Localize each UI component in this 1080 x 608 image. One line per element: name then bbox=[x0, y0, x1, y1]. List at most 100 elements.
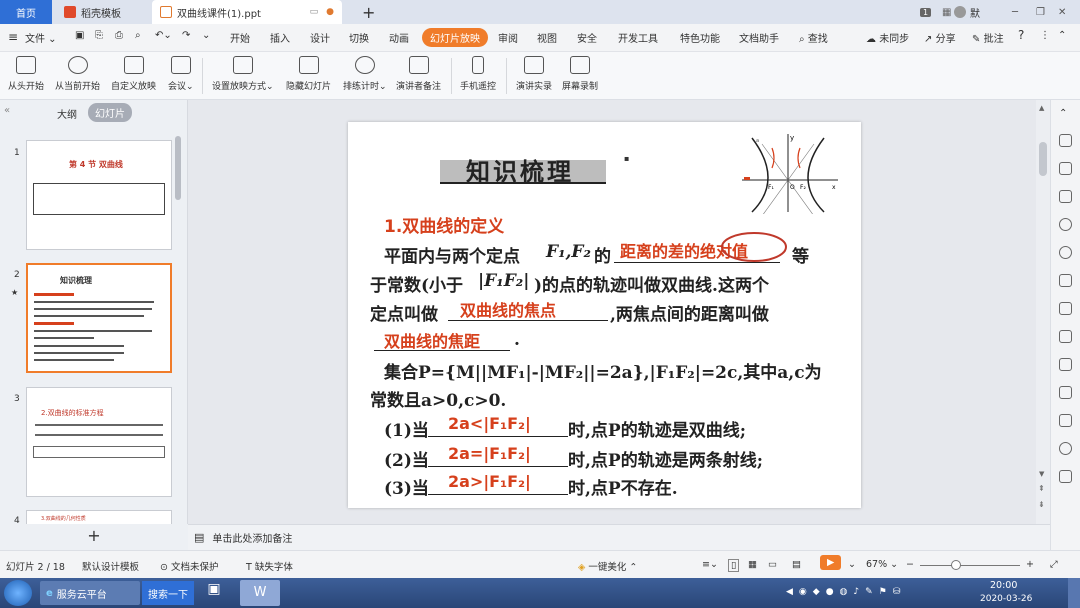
zoom-slider-thumb[interactable] bbox=[951, 560, 961, 570]
slide-thumb-1[interactable]: 第 4 节 双曲线 bbox=[26, 140, 172, 250]
reading-view-icon[interactable]: ▭ bbox=[768, 559, 777, 570]
slide-thumb-4[interactable]: 3.双曲线的几何性质 bbox=[26, 510, 172, 524]
hamburger-icon[interactable]: ≡ bbox=[8, 30, 18, 44]
current-slide[interactable]: 知识梳理 ▪ y F₁ O F₂ x a 1.双曲线的定义 平面内与两个定点 F… bbox=[348, 122, 861, 508]
comment-button[interactable]: ✎ 批注 bbox=[972, 30, 1004, 45]
menu-developer[interactable]: 开发工具 bbox=[618, 30, 658, 45]
sort-icon[interactable] bbox=[1059, 330, 1072, 343]
meeting-button[interactable]: 会议⌄ bbox=[168, 56, 194, 92]
scroll-thumb[interactable] bbox=[1039, 142, 1047, 176]
start-button-icon[interactable] bbox=[4, 580, 32, 606]
custom-show-button[interactable]: 自定义放映 bbox=[111, 56, 156, 92]
collapse-panel-icon[interactable]: « bbox=[4, 105, 10, 116]
export-pdf-icon[interactable]: ⎘ bbox=[95, 30, 103, 41]
more-icon[interactable]: ⌄ bbox=[202, 30, 210, 41]
menu-animation[interactable]: 动画 bbox=[389, 30, 409, 45]
redo-icon[interactable]: ↷ bbox=[182, 30, 190, 41]
beautify-button[interactable]: ◈ 一键美化 ⌃ bbox=[578, 559, 637, 573]
notes-toggle-icon[interactable]: ≡⌄ bbox=[702, 559, 718, 570]
restore-icon[interactable]: ❐ bbox=[1036, 0, 1045, 24]
outline-view-icon[interactable]: ▤ bbox=[792, 559, 801, 570]
user-avatar[interactable]: 默 bbox=[954, 0, 980, 24]
menu-slideshow[interactable]: 幻灯片放映 bbox=[422, 28, 488, 47]
play-from-start-button[interactable]: 从头开始 bbox=[8, 56, 44, 92]
protection-status[interactable]: ⊙ 文档未保护 bbox=[160, 559, 219, 573]
menu-design[interactable]: 设计 bbox=[310, 30, 330, 45]
menu-search[interactable]: ⌕ 查找 bbox=[799, 30, 828, 45]
system-tray-icons[interactable]: ◀◉◆●◍♪✎⚑⛁ bbox=[786, 587, 906, 597]
setup-show-button[interactable]: 设置放映方式⌄ bbox=[212, 56, 274, 92]
more-options-icon[interactable]: ⋮ bbox=[1040, 30, 1050, 41]
print-preview-icon[interactable]: ⌕ bbox=[135, 30, 141, 41]
play-slideshow-button[interactable]: ▶ bbox=[820, 555, 842, 570]
scroll-down-icon[interactable]: ▼ bbox=[1039, 470, 1044, 478]
menu-view[interactable]: 视图 bbox=[537, 30, 557, 45]
presenter-notes-button[interactable]: 演讲者备注 bbox=[396, 56, 441, 92]
tab-template[interactable]: 稻壳模板 bbox=[56, 0, 148, 24]
hide-slide-button[interactable]: 隐藏幻灯片 bbox=[286, 56, 331, 92]
notes-area[interactable]: ▤ 单击此处添加备注 bbox=[188, 524, 1050, 550]
menu-security[interactable]: 安全 bbox=[577, 30, 597, 45]
template-name[interactable]: 默认设计模板 bbox=[82, 559, 139, 573]
prev-slide-icon[interactable]: ⇞ bbox=[1038, 484, 1045, 493]
slide-settings-icon[interactable] bbox=[1059, 470, 1072, 483]
menu-review[interactable]: 审阅 bbox=[498, 30, 518, 45]
taskbar-app-service[interactable]: e 服务云平台 bbox=[40, 581, 140, 605]
share-button[interactable]: ↗ 分享 bbox=[924, 30, 956, 45]
show-desktop-button[interactable] bbox=[1068, 578, 1080, 608]
tab-outline[interactable]: 大纲 bbox=[57, 106, 77, 121]
rehearse-timing-button[interactable]: 排练计时⌄ bbox=[343, 56, 387, 92]
collapse-ribbon-icon[interactable]: ⌃ bbox=[1058, 30, 1066, 41]
camera-app-icon[interactable]: ▣ bbox=[200, 581, 228, 605]
sync-status[interactable]: ☁ 未同步 bbox=[866, 30, 909, 45]
minimize-icon[interactable]: ─ bbox=[1012, 0, 1018, 24]
undo-icon[interactable]: ↶⌄ bbox=[155, 30, 172, 41]
menu-insert[interactable]: 插入 bbox=[270, 30, 290, 45]
save-icon[interactable]: ▣ bbox=[75, 30, 84, 41]
slide-thumb-2[interactable]: 知识梳理 bbox=[26, 263, 172, 373]
copy-icon[interactable] bbox=[1059, 162, 1072, 175]
new-tab-button[interactable]: + bbox=[354, 0, 383, 24]
canvas-scrollbar[interactable]: ▲ ▼ ⇞ ⇟ bbox=[1036, 100, 1050, 524]
screen-record-button[interactable]: 屏幕录制 bbox=[562, 56, 598, 92]
tab-document[interactable]: 双曲线课件(1).ppt ▭ ● bbox=[152, 0, 342, 24]
zoom-in-button[interactable]: + bbox=[1026, 559, 1034, 570]
time-icon[interactable] bbox=[1059, 442, 1072, 455]
layout-icon[interactable] bbox=[1059, 190, 1072, 203]
record-lecture-button[interactable]: 演讲实录 bbox=[516, 56, 552, 92]
menu-start[interactable]: 开始 bbox=[230, 30, 250, 45]
sidebar-collapse-icon[interactable]: ⌃ bbox=[1059, 108, 1072, 121]
play-from-current-button[interactable]: 从当前开始 bbox=[55, 56, 100, 92]
add-slide-button[interactable]: + bbox=[0, 524, 188, 550]
tab-slides[interactable]: 幻灯片 bbox=[88, 103, 132, 122]
normal-view-icon[interactable]: ▯ bbox=[728, 559, 740, 572]
print-icon[interactable]: ⎙ bbox=[115, 30, 123, 41]
menu-file[interactable]: 文件 ⌄ bbox=[25, 30, 57, 45]
menu-transition[interactable]: 切换 bbox=[349, 30, 369, 45]
menu-features[interactable]: 特色功能 bbox=[680, 30, 720, 45]
play-options-icon[interactable]: ⌄ bbox=[848, 559, 856, 570]
zoom-slider[interactable] bbox=[920, 565, 1020, 566]
select-icon[interactable] bbox=[1059, 134, 1072, 147]
next-slide-icon[interactable]: ⇟ bbox=[1038, 500, 1045, 509]
panel-scrollbar[interactable] bbox=[175, 136, 181, 200]
zoom-out-button[interactable]: − bbox=[906, 559, 914, 570]
zoom-level[interactable]: 67% ⌄ bbox=[866, 559, 898, 570]
download-icon[interactable] bbox=[1059, 414, 1072, 427]
wps-app-icon[interactable]: W bbox=[240, 580, 280, 606]
menu-doc-assistant[interactable]: 文档助手 bbox=[739, 30, 779, 45]
fit-window-icon[interactable]: ⤢ bbox=[1050, 559, 1058, 570]
slide-sorter-icon[interactable]: ▦ bbox=[748, 559, 757, 570]
chart-icon[interactable] bbox=[1059, 274, 1072, 287]
phone-remote-button[interactable]: 手机遥控 bbox=[460, 56, 496, 92]
table-icon[interactable] bbox=[1059, 358, 1072, 371]
taskbar-search[interactable]: 搜索一下 bbox=[142, 581, 194, 605]
slide-thumb-3[interactable]: 2.双曲线的标准方程 bbox=[26, 387, 172, 497]
tab-monitor-icon[interactable]: ▭ bbox=[310, 7, 319, 17]
scroll-up-icon[interactable]: ▲ bbox=[1039, 104, 1044, 112]
location-icon[interactable] bbox=[1059, 218, 1072, 231]
archive-icon[interactable] bbox=[1059, 386, 1072, 399]
user-icon[interactable] bbox=[1059, 246, 1072, 259]
image-icon[interactable] bbox=[1059, 302, 1072, 315]
close-icon[interactable]: ✕ bbox=[1058, 0, 1066, 24]
